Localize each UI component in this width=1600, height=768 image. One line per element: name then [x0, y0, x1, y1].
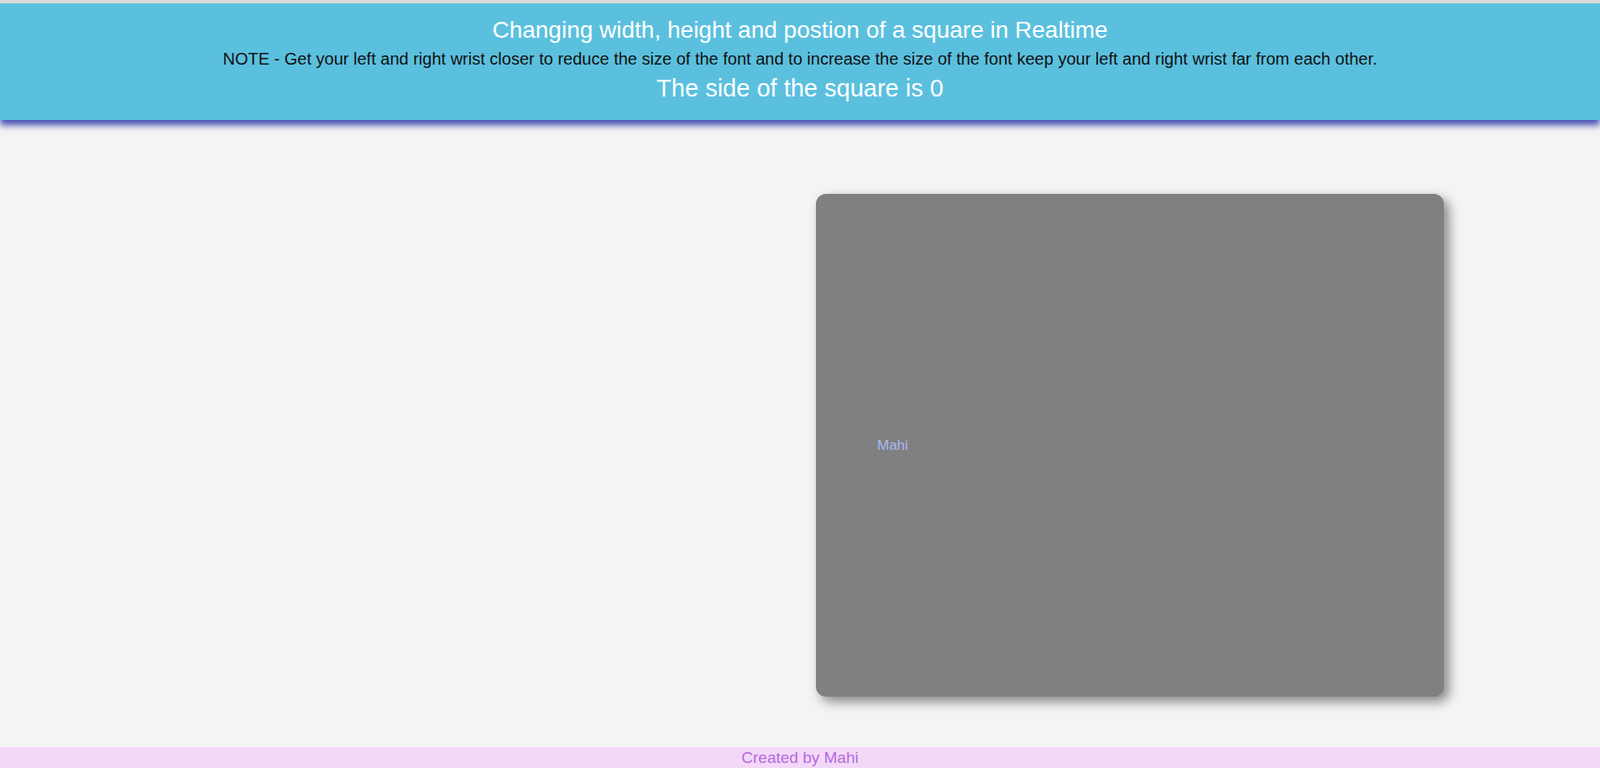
- footer-credit: Created by Mahi: [741, 748, 858, 767]
- instruction-note: NOTE - Get your left and right wrist clo…: [6, 47, 1594, 70]
- square: Mahi: [815, 193, 1444, 697]
- page-footer: Created by Mahi: [0, 747, 1600, 768]
- page-header: Changing width, height and postion of a …: [0, 0, 1600, 121]
- page-title: Changing width, height and postion of a …: [6, 15, 1594, 45]
- square-label: Mahi: [877, 434, 909, 457]
- doodle-background: Mahi: [0, 120, 1600, 748]
- side-reading: The side of the square is 0: [6, 73, 1594, 105]
